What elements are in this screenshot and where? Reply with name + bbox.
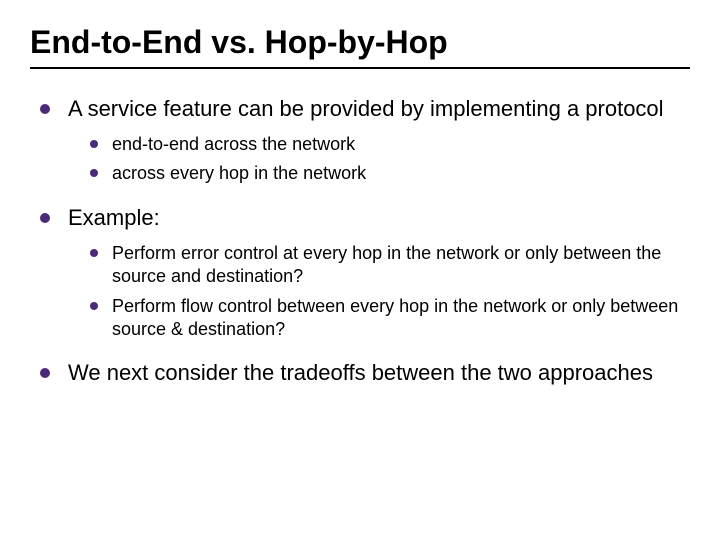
bullet-text: We next consider the tradeoffs between t… [68, 360, 653, 385]
list-item: Perform flow control between every hop i… [86, 295, 690, 342]
list-item: We next consider the tradeoffs between t… [34, 359, 690, 387]
list-item: Perform error control at every hop in th… [86, 242, 690, 289]
bullet-text: end-to-end across the network [112, 134, 355, 154]
bullet-text: across every hop in the network [112, 163, 366, 183]
list-item: across every hop in the network [86, 162, 690, 185]
slide-title: End-to-End vs. Hop-by-Hop [30, 24, 690, 61]
bullet-text: Perform error control at every hop in th… [112, 243, 661, 286]
slide: End-to-End vs. Hop-by-Hop A service feat… [0, 0, 720, 540]
list-item: Example: Perform error control at every … [34, 204, 690, 342]
sub-list: end-to-end across the network across eve… [68, 133, 690, 186]
bullet-text: Example: [68, 205, 160, 230]
list-item: end-to-end across the network [86, 133, 690, 156]
title-rule [30, 67, 690, 69]
bullet-text: Perform flow control between every hop i… [112, 296, 678, 339]
sub-list: Perform error control at every hop in th… [68, 242, 690, 342]
bullet-list: A service feature can be provided by imp… [30, 95, 690, 388]
list-item: A service feature can be provided by imp… [34, 95, 690, 186]
bullet-text: A service feature can be provided by imp… [68, 96, 664, 121]
